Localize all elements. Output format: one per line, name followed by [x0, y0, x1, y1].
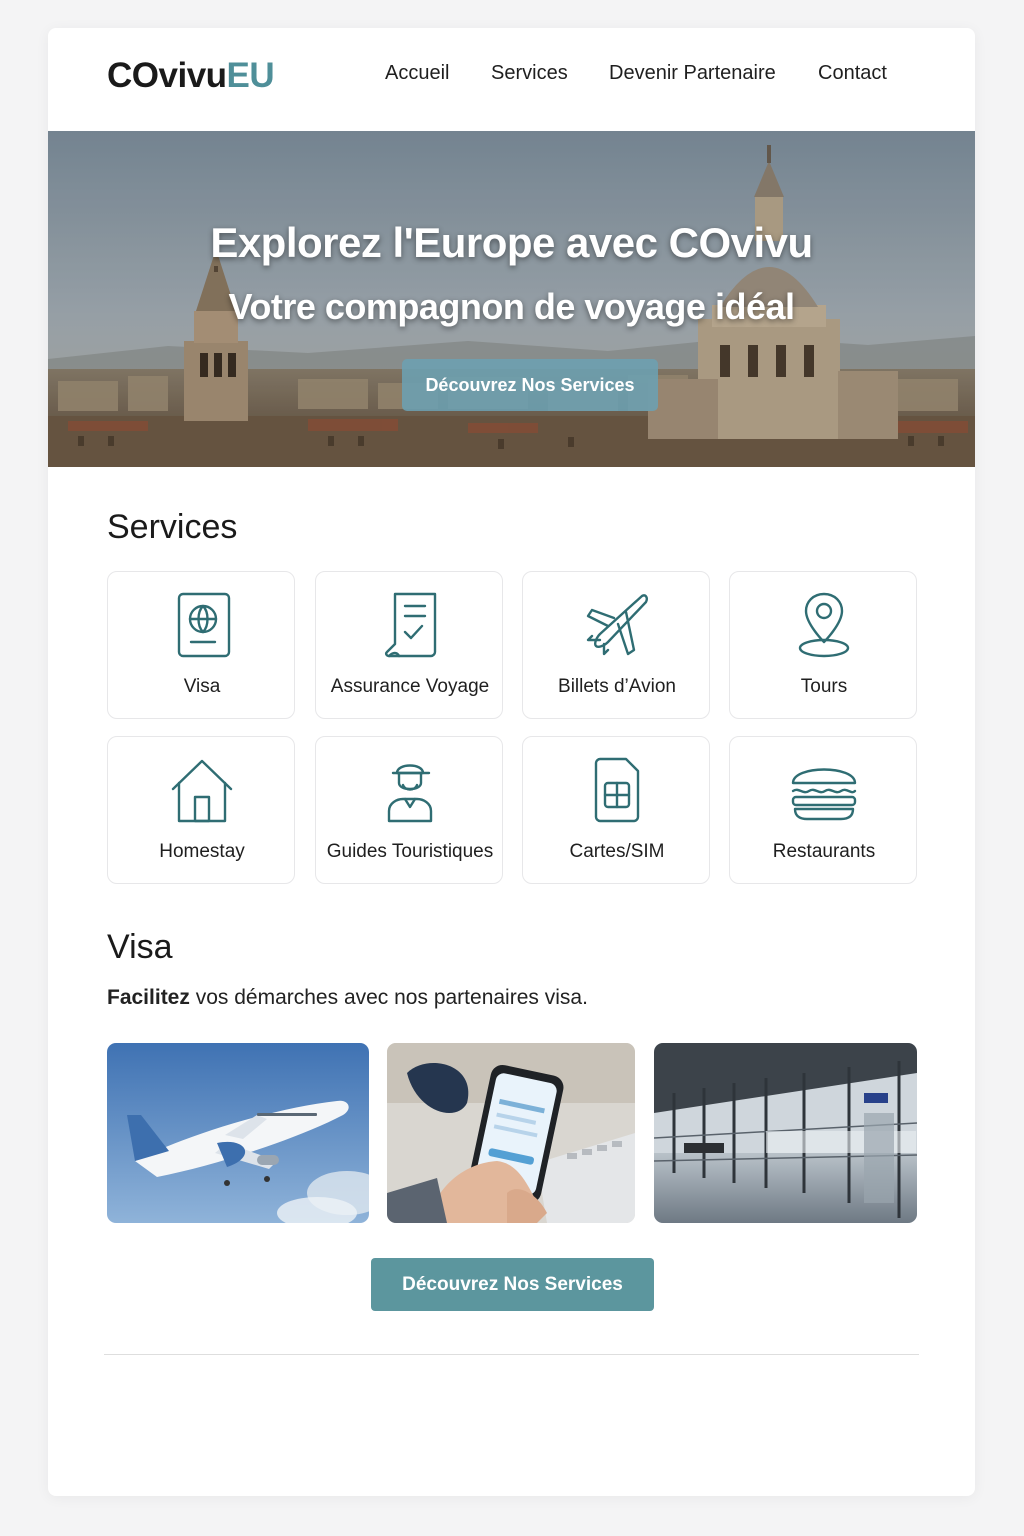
service-card-guides[interactable]: Guides Touristiques [315, 736, 503, 884]
page-card: COvivuEU Accueil Services Devenir Parten… [48, 28, 975, 1496]
service-label-sim: Cartes/SIM [569, 841, 665, 862]
insurance-document-icon [384, 592, 437, 658]
main-nav: Accueil Services Devenir Partenaire Cont… [48, 62, 975, 92]
service-label-tours: Tours [800, 676, 848, 697]
service-card-homestay[interactable]: Homestay [107, 736, 295, 884]
visa-description-bold: Facilitez [107, 986, 190, 1009]
airplane-icon [586, 594, 648, 656]
passport-icon [177, 592, 231, 658]
hero-subtitle: Votre compagnon de voyage idéal [228, 286, 795, 327]
hero-title: Explorez l'Europe avec COvivu [210, 219, 813, 266]
visa-cta-button[interactable]: Découvrez Nos Services [371, 1258, 654, 1311]
footer-divider [104, 1354, 919, 1355]
burger-icon [791, 768, 857, 821]
service-label-homestay: Homestay [159, 841, 245, 862]
visa-description-rest: vos démarches avec nos partenaires visa. [189, 986, 588, 1009]
nav-contact[interactable]: Contact [818, 62, 887, 85]
site-header: COvivuEU Accueil Services Devenir Parten… [48, 28, 975, 131]
service-label-assurance: Assurance Voyage [330, 676, 490, 697]
nav-devenir-partenaire[interactable]: Devenir Partenaire [609, 62, 776, 85]
photo-phone-booking [387, 1043, 635, 1223]
service-card-assurance[interactable]: Assurance Voyage [315, 571, 503, 719]
map-pin-icon [798, 592, 850, 658]
hero-cta-button[interactable]: Découvrez Nos Services [402, 359, 658, 411]
service-card-visa[interactable]: Visa [107, 571, 295, 719]
nav-services[interactable]: Services [491, 62, 568, 85]
photo-airport-terminal [654, 1043, 917, 1223]
service-card-restaurants[interactable]: Restaurants [729, 736, 917, 884]
service-label-billets: Billets d’Avion [558, 676, 676, 697]
hero-banner: Explorez l'Europe avec COvivu Votre comp… [48, 131, 975, 467]
visa-description: Facilitez vos démarches avec nos partena… [107, 986, 588, 1010]
nav-accueil[interactable]: Accueil [385, 62, 449, 85]
service-label-visa: Visa [183, 676, 221, 697]
service-label-restaurants: Restaurants [772, 841, 876, 862]
service-label-guides: Guides Touristiques [326, 841, 494, 862]
services-heading: Services [107, 508, 238, 546]
tour-guide-icon [387, 764, 433, 823]
sim-card-icon [594, 757, 640, 823]
photo-airplane [107, 1043, 369, 1223]
visa-heading: Visa [107, 928, 173, 966]
service-card-sim[interactable]: Cartes/SIM [522, 736, 710, 884]
service-card-billets[interactable]: Billets d’Avion [522, 571, 710, 719]
house-icon [171, 759, 233, 823]
service-card-tours[interactable]: Tours [729, 571, 917, 719]
